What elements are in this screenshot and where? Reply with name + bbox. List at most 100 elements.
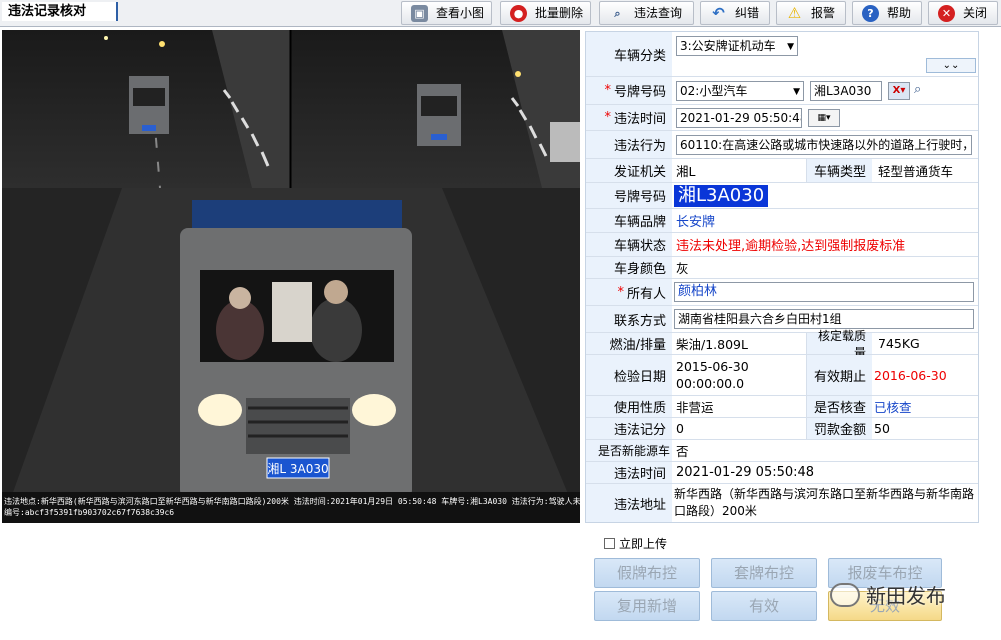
row-fuel: 燃油/排量 柴油/1.809L 核定载质量 745KG bbox=[586, 329, 978, 360]
search-icon[interactable]: ⌕ bbox=[914, 82, 921, 97]
violation-time-2-label: 违法时间 bbox=[586, 462, 672, 483]
plate-number-display-label: 号牌号码 bbox=[586, 183, 672, 208]
verified-label: 是否核查 bbox=[806, 396, 872, 417]
body-color-value: 灰 bbox=[676, 261, 689, 276]
help-icon: ? bbox=[862, 5, 879, 22]
valid-until-label: 有效期止 bbox=[806, 355, 872, 395]
plate-number-display-value: 湘L3A030 bbox=[674, 185, 769, 207]
upload-now-checkbox[interactable] bbox=[604, 538, 615, 549]
capture-frame-2 bbox=[291, 30, 580, 188]
violation-time-2-value: 2021-01-29 05:50:48 bbox=[676, 465, 815, 480]
correct-button[interactable]: ↶ 纠错 bbox=[700, 1, 770, 25]
vehicle-status-value: 违法未处理,逾期检验,达到强制报废标准 bbox=[676, 239, 906, 254]
capture-frame-1 bbox=[2, 30, 290, 189]
upload-now-label: 立即上传 bbox=[619, 537, 668, 551]
vehicle-info-panel: 车辆分类 3:公安牌证机动车 ⌄⌄ *号牌号码 02:小型汽车 湘L3A030 … bbox=[585, 31, 979, 523]
close-icon: ✕ bbox=[938, 5, 955, 22]
fuel-value: 柴油/1.809L bbox=[676, 337, 748, 352]
fake-plate-button[interactable]: 假牌布控 bbox=[594, 558, 700, 588]
capture-photos: 湘L 3A030 违法地点:新华西路(新华西路与滨河东路口至新华西路与新华南路口… bbox=[2, 30, 580, 523]
warning-icon: ⚠ bbox=[787, 4, 802, 22]
vehicle-category-label: 车辆分类 bbox=[586, 32, 672, 76]
keyboard-icon[interactable]: X▾ bbox=[888, 82, 910, 100]
fine-label: 罚款金额 bbox=[806, 418, 872, 439]
row-contact: 联系方式 湖南省桂阳县六合乡白田村1组 bbox=[586, 306, 978, 333]
row-violation-address: 违法地址 新华西路（新华西路与滨河东路口至新华西路与新华南路口路段）200米 bbox=[586, 484, 978, 522]
search-icon: ⌕ bbox=[614, 7, 621, 20]
alarm-button[interactable]: ⚠ 报警 bbox=[776, 1, 846, 25]
reuse-add-button[interactable]: 复用新增 bbox=[594, 591, 700, 621]
batch-delete-button[interactable]: ● 批量删除 bbox=[500, 1, 591, 25]
vehicle-brand-value: 长安牌 bbox=[676, 215, 716, 230]
issuing-authority-label: 发证机关 bbox=[586, 159, 672, 182]
new-energy-value: 否 bbox=[676, 444, 689, 459]
row-body-color: 车身颜色 灰 bbox=[586, 257, 978, 279]
row-new-energy: 是否新能源车 否 bbox=[586, 440, 978, 462]
row-plate-number: *号牌号码 02:小型汽车 湘L3A030 X▾ ⌕ bbox=[586, 77, 978, 105]
violation-time-input[interactable]: 2021-01-29 05:50:48 bbox=[676, 108, 802, 128]
row-vehicle-category: 车辆分类 3:公安牌证机动车 ⌄⌄ bbox=[586, 32, 978, 77]
top-toolbar: 违法记录核对 ▣ 查看小图 ● 批量删除 ⌕ 违法查询 ↶ 纠错 ⚠ 报警 ? 帮助 ✕ 关闭 bbox=[0, 0, 1001, 27]
row-vehicle-status: 车辆状态 违法未处理,逾期检验,达到强制报废标准 bbox=[586, 233, 978, 257]
capture-frame-main: 湘L 3A030 违法地点:新华西路(新华西路与滨河东路口至新华西路与新华南路口… bbox=[2, 188, 580, 523]
delete-icon: ● bbox=[510, 5, 527, 22]
valid-button[interactable]: 有效 bbox=[711, 591, 817, 621]
vehicle-brand-label: 车辆品牌 bbox=[586, 209, 672, 232]
contact-label: 联系方式 bbox=[586, 306, 672, 332]
window-title: 违法记录核对 bbox=[2, 2, 118, 21]
vehicle-type-value: 轻型普通货车 bbox=[878, 164, 954, 179]
usage-value: 非营运 bbox=[676, 400, 714, 415]
expand-button[interactable]: ⌄⌄ bbox=[926, 58, 976, 73]
new-energy-label: 是否新能源车 bbox=[586, 440, 672, 461]
usage-label: 使用性质 bbox=[586, 396, 672, 417]
row-points: 违法记分 0 罚款金额 50 bbox=[586, 418, 978, 440]
rated-load-value: 745KG bbox=[878, 336, 920, 351]
fuel-label: 燃油/排量 bbox=[586, 333, 672, 354]
plate-number-label: * 号牌号码 bbox=[586, 77, 672, 104]
watermark: 新田发布 bbox=[830, 580, 946, 609]
vehicle-type-label: 车辆类型 bbox=[806, 159, 872, 182]
violation-address-value: 新华西路（新华西路与滨河东路口至新华西路与新华南路口路段）200米 bbox=[674, 487, 975, 518]
row-violation-time: * 违法时间 2021-01-29 05:50:48 ▦▾ bbox=[586, 105, 978, 131]
owner-label: * 所有人 bbox=[586, 279, 672, 305]
row-violation-behavior: 违法行为 60110:在高速公路或城市快速路以外的道路上行驶时，驾 bbox=[586, 131, 978, 159]
view-thumbnail-button[interactable]: ▣ 查看小图 bbox=[401, 1, 492, 25]
violation-time-label: * 违法时间 bbox=[586, 105, 672, 130]
plate-type-select[interactable]: 02:小型汽车 bbox=[676, 81, 804, 101]
issuing-authority-value: 湘L bbox=[676, 164, 696, 179]
violation-query-button[interactable]: ⌕ 违法查询 bbox=[599, 1, 694, 25]
wechat-icon bbox=[830, 582, 860, 607]
upload-now-checkbox-group[interactable]: 立即上传 bbox=[604, 535, 667, 552]
vehicle-category-select[interactable]: 3:公安牌证机动车 bbox=[676, 36, 798, 56]
points-label: 违法记分 bbox=[586, 418, 672, 439]
vehicle-status-label: 车辆状态 bbox=[586, 233, 672, 256]
rated-load-label: 核定载质量 bbox=[806, 329, 872, 360]
row-owner: * 所有人 颜柏林 bbox=[586, 279, 978, 306]
image-icon: ▣ bbox=[411, 5, 428, 22]
violation-behavior-input[interactable]: 60110:在高速公路或城市快速路以外的道路上行驶时，驾 bbox=[676, 135, 972, 155]
violation-address-label: 违法地址 bbox=[586, 484, 672, 522]
close-button[interactable]: ✕ 关闭 bbox=[928, 1, 998, 25]
body-color-label: 车身颜色 bbox=[586, 257, 672, 278]
row-usage: 使用性质 非营运 是否核查 已核查 bbox=[586, 396, 978, 418]
cloned-plate-button[interactable]: 套牌布控 bbox=[711, 558, 817, 588]
verified-value: 已核查 bbox=[874, 400, 912, 415]
car-plate-text: 湘L 3A030 bbox=[267, 461, 328, 476]
help-button[interactable]: ? 帮助 bbox=[852, 1, 922, 25]
inspection-date-label: 检验日期 bbox=[586, 355, 672, 395]
points-value: 0 bbox=[676, 421, 684, 436]
row-vehicle-brand: 车辆品牌 长安牌 bbox=[586, 209, 978, 233]
valid-until-value: 2016-06-30 bbox=[874, 367, 947, 383]
undo-icon: ↶ bbox=[712, 4, 725, 22]
calendar-icon[interactable]: ▦▾ bbox=[808, 109, 840, 127]
image-overlay-line-1: 违法地点:新华西路(新华西路与滨河东路口至新华西路与新华南路口路段)200米 违… bbox=[4, 496, 580, 506]
violation-behavior-label: 违法行为 bbox=[586, 131, 672, 158]
row-inspection-date: 检验日期 2015-06-30 00:00:00.0 有效期止 2016-06-… bbox=[586, 355, 978, 396]
row-issuing-authority: 发证机关 湘L 车辆类型 轻型普通货车 bbox=[586, 159, 978, 183]
capture-image-panel[interactable]: 湘L 3A030 违法地点:新华西路(新华西路与滨河东路口至新华西路与新华南路口… bbox=[2, 30, 580, 523]
double-chevron-down-icon: ⌄⌄ bbox=[942, 60, 960, 71]
row-violation-time-2: 违法时间 2021-01-29 05:50:48 bbox=[586, 462, 978, 484]
inspection-date-value: 2015-06-30 00:00:00.0 bbox=[676, 359, 749, 391]
plate-number-input[interactable]: 湘L3A030 bbox=[810, 81, 882, 101]
owner-input[interactable]: 颜柏林 bbox=[674, 282, 974, 302]
